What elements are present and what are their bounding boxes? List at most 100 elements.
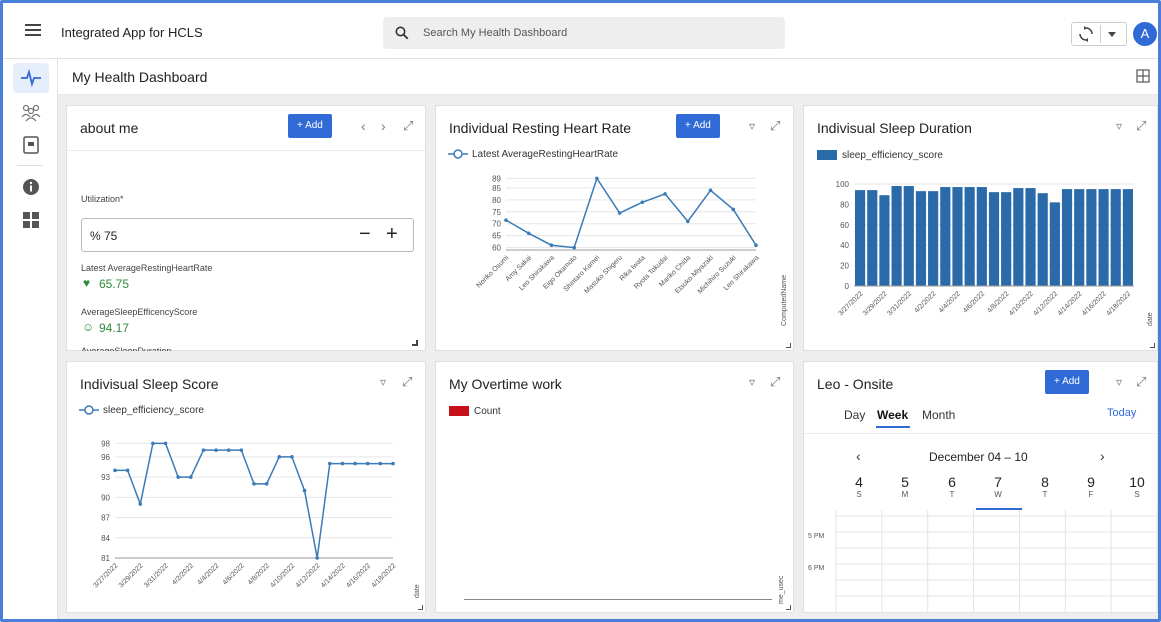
- document-icon[interactable]: [20, 134, 42, 156]
- chevron-down-icon[interactable]: [1108, 32, 1116, 37]
- data-point: [353, 461, 357, 466]
- increment-button[interactable]: +: [386, 223, 398, 246]
- day-column-header[interactable]: 6T: [942, 474, 962, 499]
- search-bar[interactable]: [383, 17, 785, 49]
- bar: [952, 187, 963, 286]
- filter-icon[interactable]: ▿: [1116, 375, 1122, 389]
- tab-day[interactable]: Day: [844, 408, 865, 422]
- expand-icon[interactable]: ⤢: [1136, 374, 1146, 390]
- time-label: 5 PM: [808, 533, 825, 540]
- resize-handle[interactable]: [1150, 343, 1155, 348]
- day-column-header[interactable]: 4S: [849, 474, 869, 499]
- people-icon[interactable]: [20, 101, 42, 123]
- sleep-duration-chart: 0204060801003/27/20223/29/20223/31/2022 4…: [836, 180, 1154, 326]
- calendar-time-grid[interactable]: 5 PM 6 PM: [804, 510, 1157, 612]
- search-input[interactable]: [423, 17, 773, 49]
- tab-week[interactable]: Week: [877, 408, 908, 422]
- y-tick-label: 100: [836, 180, 850, 189]
- data-point: [686, 219, 690, 224]
- info-icon[interactable]: [20, 176, 42, 198]
- bar: [1001, 192, 1012, 286]
- calendar-card: Leo - Onsite + Add ▿ ⤢ Day Week Month To…: [803, 361, 1158, 613]
- utilization-stepper[interactable]: % 75 − +: [81, 218, 414, 252]
- utilization-label: Utilization*: [81, 194, 124, 204]
- sleep-score-chart: 81 84 87 90 93 96 98 3/27/20223/29/20223/31/202…: [92, 439, 421, 598]
- expand-icon[interactable]: ⤢: [403, 118, 413, 134]
- resize-handle[interactable]: [412, 340, 418, 346]
- x-tick-label: 4/4/2022: [196, 562, 220, 586]
- y-tick-label: 75: [492, 208, 501, 217]
- day-column-header[interactable]: 8T: [1035, 474, 1055, 499]
- day-column-header[interactable]: 9F: [1081, 474, 1101, 499]
- heartbeat-icon[interactable]: [20, 67, 42, 89]
- dashboard-grid-icon[interactable]: [20, 209, 42, 231]
- add-button[interactable]: + Add: [676, 114, 720, 138]
- data-point: [640, 200, 645, 205]
- filter-icon[interactable]: ▿: [749, 375, 755, 389]
- bar: [879, 195, 890, 286]
- sync-icon[interactable]: [1078, 26, 1094, 42]
- heart-rate-chart: 60657075808589Noriko OsumiAmy SakaiLeo S…: [475, 174, 788, 326]
- menu-icon[interactable]: [25, 24, 41, 36]
- y-tick-label: 89: [492, 174, 501, 183]
- x-tick-label: 4/14/2022: [1057, 290, 1084, 317]
- x-tick-label: 4/2/2022: [913, 290, 937, 314]
- x-tick-label: Noriko Osumi: [475, 254, 510, 289]
- filter-icon[interactable]: ▿: [749, 119, 755, 133]
- data-point: [754, 243, 758, 248]
- bar: [940, 187, 951, 286]
- bar: [1074, 189, 1085, 286]
- day-column-header[interactable]: 10 S: [1127, 474, 1147, 499]
- day-column-header[interactable]: 7W: [988, 474, 1008, 499]
- layout-grid-icon[interactable]: [1136, 69, 1150, 83]
- y-tick-label: 20: [840, 262, 849, 271]
- tab-month[interactable]: Month: [922, 408, 955, 422]
- data-point: [151, 441, 155, 446]
- data-point: [264, 482, 269, 486]
- today-button[interactable]: Today: [1107, 407, 1136, 419]
- expand-icon[interactable]: ⤢: [1136, 118, 1146, 134]
- next-week-button[interactable]: ›: [1100, 448, 1105, 464]
- y-tick-label: 80: [840, 200, 849, 209]
- data-point: [252, 482, 256, 486]
- bar: [928, 191, 939, 286]
- x-tick-label: 4/18/2022: [370, 562, 397, 589]
- expand-icon[interactable]: ⤢: [770, 374, 780, 390]
- x-tick-label: 4/10/2022: [1008, 290, 1035, 317]
- y-tick-label: 85: [492, 184, 501, 193]
- y-tick-label: 40: [840, 241, 849, 250]
- resize-handle[interactable]: [418, 605, 423, 610]
- expand-icon[interactable]: ⤢: [770, 118, 780, 134]
- y-tick-label: 80: [492, 196, 501, 205]
- x-tick-label: 3/27/2022: [92, 562, 119, 589]
- x-tick-label: 4/6/2022: [222, 562, 246, 586]
- bar: [964, 187, 975, 286]
- y-tick-label: 60: [840, 221, 849, 230]
- search-icon: [395, 26, 409, 40]
- resize-handle[interactable]: [786, 343, 791, 348]
- resize-handle[interactable]: [786, 605, 791, 610]
- card-title: about me: [80, 120, 139, 136]
- add-button[interactable]: + Add: [1045, 370, 1089, 394]
- add-button[interactable]: + Add: [288, 114, 332, 138]
- expand-icon[interactable]: ⤢: [402, 374, 412, 390]
- avatar[interactable]: A: [1133, 22, 1157, 46]
- data-point: [201, 448, 206, 452]
- x-tick-label: 4/16/2022: [345, 562, 372, 589]
- utilization-value: % 75: [90, 229, 118, 243]
- prev-week-button[interactable]: ‹: [856, 448, 861, 464]
- data-point: [595, 176, 599, 181]
- chevron-right-icon[interactable]: ›: [381, 118, 386, 134]
- data-point: [302, 488, 307, 493]
- decrement-button[interactable]: −: [359, 223, 371, 246]
- bar: [1013, 188, 1024, 286]
- filter-icon[interactable]: ▿: [380, 375, 386, 389]
- data-point: [731, 207, 736, 212]
- series-line: [115, 442, 393, 559]
- data-point: [378, 461, 383, 466]
- chevron-left-icon[interactable]: ‹: [361, 118, 366, 134]
- data-point: [328, 461, 332, 466]
- filter-icon[interactable]: ▿: [1116, 119, 1122, 133]
- week-range: December 04 – 10: [929, 450, 1028, 464]
- day-column-header[interactable]: 5M: [895, 474, 915, 499]
